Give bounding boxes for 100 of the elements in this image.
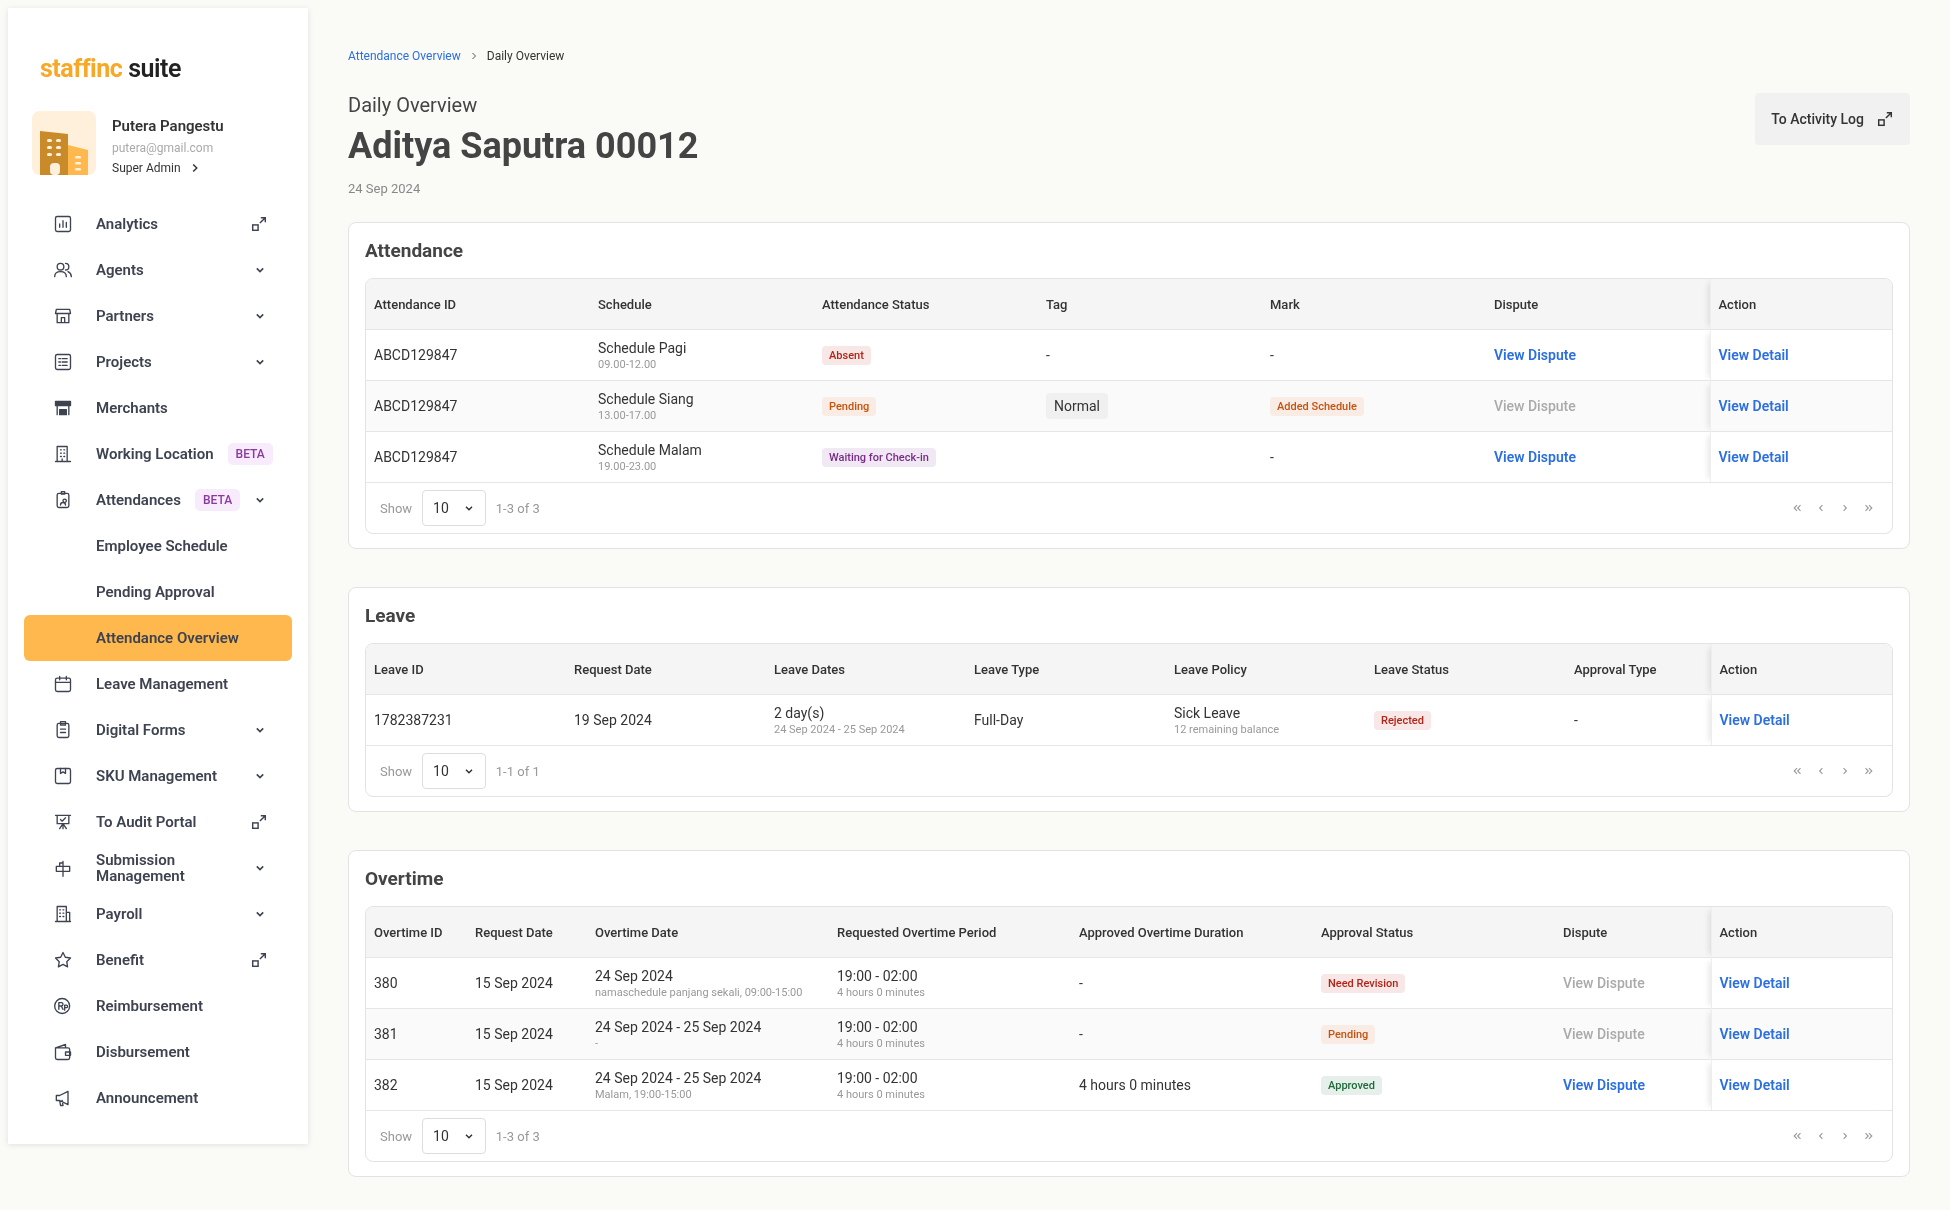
- external-link-icon: [250, 813, 268, 831]
- column-header: Mark: [1270, 296, 1300, 312]
- page-range: 1-1 of 1: [495, 763, 540, 779]
- cell-text: 2 day(s): [774, 704, 826, 721]
- sidebar-item[interactable]: Payroll: [24, 891, 292, 937]
- status-badge: Approved: [1321, 1075, 1382, 1095]
- cell-text: 19:00 - 02:00: [837, 1069, 919, 1086]
- cell-text: -: [1574, 712, 1579, 728]
- cell-text: 15 Sep 2024: [475, 1077, 554, 1093]
- sidebar-item[interactable]: Agents: [24, 247, 292, 293]
- column-header: Leave ID: [374, 661, 424, 677]
- status-badge: Rejected: [1374, 710, 1431, 730]
- sidebar-item[interactable]: To Audit Portal: [24, 799, 292, 845]
- cell-text: 380: [374, 975, 399, 991]
- cell-text: 24 Sep 2024 - 25 Sep 2024: [595, 1069, 763, 1086]
- column-header: Leave Dates: [774, 661, 845, 677]
- cell-text: Full-Day: [974, 712, 1025, 728]
- column-header: Approval Type: [1574, 661, 1657, 677]
- cell-text: 1782387231: [374, 712, 454, 728]
- cell-text: 15 Sep 2024: [475, 975, 554, 991]
- status-badge: Pending: [1321, 1024, 1376, 1044]
- sidebar-item[interactable]: Projects: [24, 339, 292, 385]
- table-link[interactable]: View Detail: [1719, 712, 1790, 728]
- sidebar-item[interactable]: Leave Management: [24, 661, 292, 707]
- cell-text: ABCD129847: [374, 398, 459, 414]
- cell-subtext: -: [595, 1036, 600, 1050]
- page-size-select[interactable]: 10: [422, 753, 486, 789]
- column-header: Overtime Date: [595, 924, 679, 940]
- column-header: Request Date: [574, 661, 652, 677]
- column-header: Leave Policy: [1174, 661, 1247, 677]
- breadcrumb-item[interactable]: Attendance Overview: [348, 49, 461, 63]
- sidebar-item[interactable]: Attendance Overview: [24, 615, 292, 661]
- sidebar-item[interactable]: Merchants: [24, 385, 292, 431]
- cell-subtext: 4 hours 0 minutes: [837, 985, 926, 999]
- column-header: Attendance ID: [374, 296, 457, 312]
- page-size-select[interactable]: 10: [422, 1118, 486, 1154]
- sidebar-item[interactable]: Working Location BETA: [24, 431, 292, 477]
- cell-text: -: [1046, 347, 1051, 363]
- cell-subtext: 4 hours 0 minutes: [837, 1087, 926, 1101]
- cell-subtext: 12 remaining balance: [1174, 722, 1281, 736]
- cell-text: Sick Leave: [1174, 704, 1242, 721]
- cell-text: Schedule Pagi: [598, 339, 688, 356]
- sidebar-item[interactable]: Employee Schedule: [24, 523, 292, 569]
- activity-log-button[interactable]: To Activity Log: [1755, 93, 1910, 145]
- sidebar-item[interactable]: Benefit: [24, 937, 292, 983]
- column-header: Action: [1719, 924, 1758, 940]
- tag-chip: Normal: [1046, 393, 1108, 419]
- cell-text: Schedule Siang: [598, 390, 695, 407]
- table-link[interactable]: View Detail: [1719, 1077, 1790, 1093]
- table-link[interactable]: View Detail: [1719, 1026, 1790, 1042]
- column-header: Action: [1719, 661, 1758, 677]
- column-header: Attendance Status: [822, 296, 930, 312]
- cell-text: 381: [374, 1026, 399, 1042]
- page-range: 1-3 of 3: [495, 500, 540, 516]
- sidebar-item[interactable]: Disbursement: [24, 1029, 292, 1075]
- sidebar-item[interactable]: SKU Management: [24, 753, 292, 799]
- sidebar-item[interactable]: Attendances BETA: [24, 477, 292, 523]
- show-label: Show: [380, 500, 413, 516]
- column-header: Approved Overtime Duration: [1079, 924, 1244, 940]
- table-link[interactable]: View Dispute: [1494, 347, 1576, 363]
- section-title: Leave: [365, 604, 417, 627]
- cell-subtext: 19.00-23.00: [598, 459, 658, 473]
- sidebar-item[interactable]: Submission Management: [24, 845, 292, 891]
- logo: staffinc suite: [40, 54, 182, 83]
- column-header: Dispute: [1563, 924, 1608, 940]
- table-link[interactable]: View Detail: [1719, 975, 1790, 991]
- cell-text: 24 Sep 2024 - 25 Sep 2024: [595, 1018, 763, 1035]
- sidebar-item[interactable]: Analytics: [24, 201, 292, 247]
- external-link-icon: [250, 215, 268, 233]
- sidebar-item[interactable]: Pending Approval: [24, 569, 292, 615]
- sidebar-item[interactable]: Partners: [24, 293, 292, 339]
- cell-text: 382: [374, 1077, 399, 1093]
- sidebar-item[interactable]: Reimbursement: [24, 983, 292, 1029]
- column-header: Leave Status: [1374, 661, 1449, 677]
- table-link[interactable]: View Detail: [1718, 347, 1789, 363]
- cell-text: -: [1270, 449, 1275, 465]
- cell-subtext: 09.00-12.00: [598, 357, 658, 371]
- table-link[interactable]: View Dispute: [1494, 449, 1576, 465]
- external-link-icon: [1876, 110, 1894, 128]
- user-email: putera@gmail.com: [112, 141, 215, 155]
- cell-text: ABCD129847: [374, 347, 459, 363]
- page-title: Aditya Saputra 00012: [348, 125, 699, 167]
- cell-text: 19:00 - 02:00: [837, 967, 919, 984]
- page-size-select[interactable]: 10: [422, 490, 486, 526]
- cell-subtext: 13.00-17.00: [598, 408, 658, 422]
- sidebar-item[interactable]: Announcement: [24, 1075, 292, 1121]
- breadcrumb-item: Daily Overview: [486, 49, 565, 63]
- table-link[interactable]: View Detail: [1718, 449, 1789, 465]
- page-subtitle: Daily Overview: [348, 93, 479, 117]
- show-label: Show: [380, 1128, 413, 1144]
- table-link[interactable]: View Detail: [1718, 398, 1789, 414]
- user-role[interactable]: Super Admin: [112, 161, 181, 175]
- table-link[interactable]: View Dispute: [1563, 1077, 1645, 1093]
- status-badge: Need Revision: [1321, 973, 1406, 993]
- cell-text: 19 Sep 2024: [574, 712, 653, 728]
- page-range: 1-3 of 3: [495, 1128, 540, 1144]
- cell-text: 24 Sep 2024: [595, 967, 674, 984]
- section-title: Overtime: [365, 867, 445, 890]
- cell-text: ABCD129847: [374, 449, 459, 465]
- sidebar-item[interactable]: Digital Forms: [24, 707, 292, 753]
